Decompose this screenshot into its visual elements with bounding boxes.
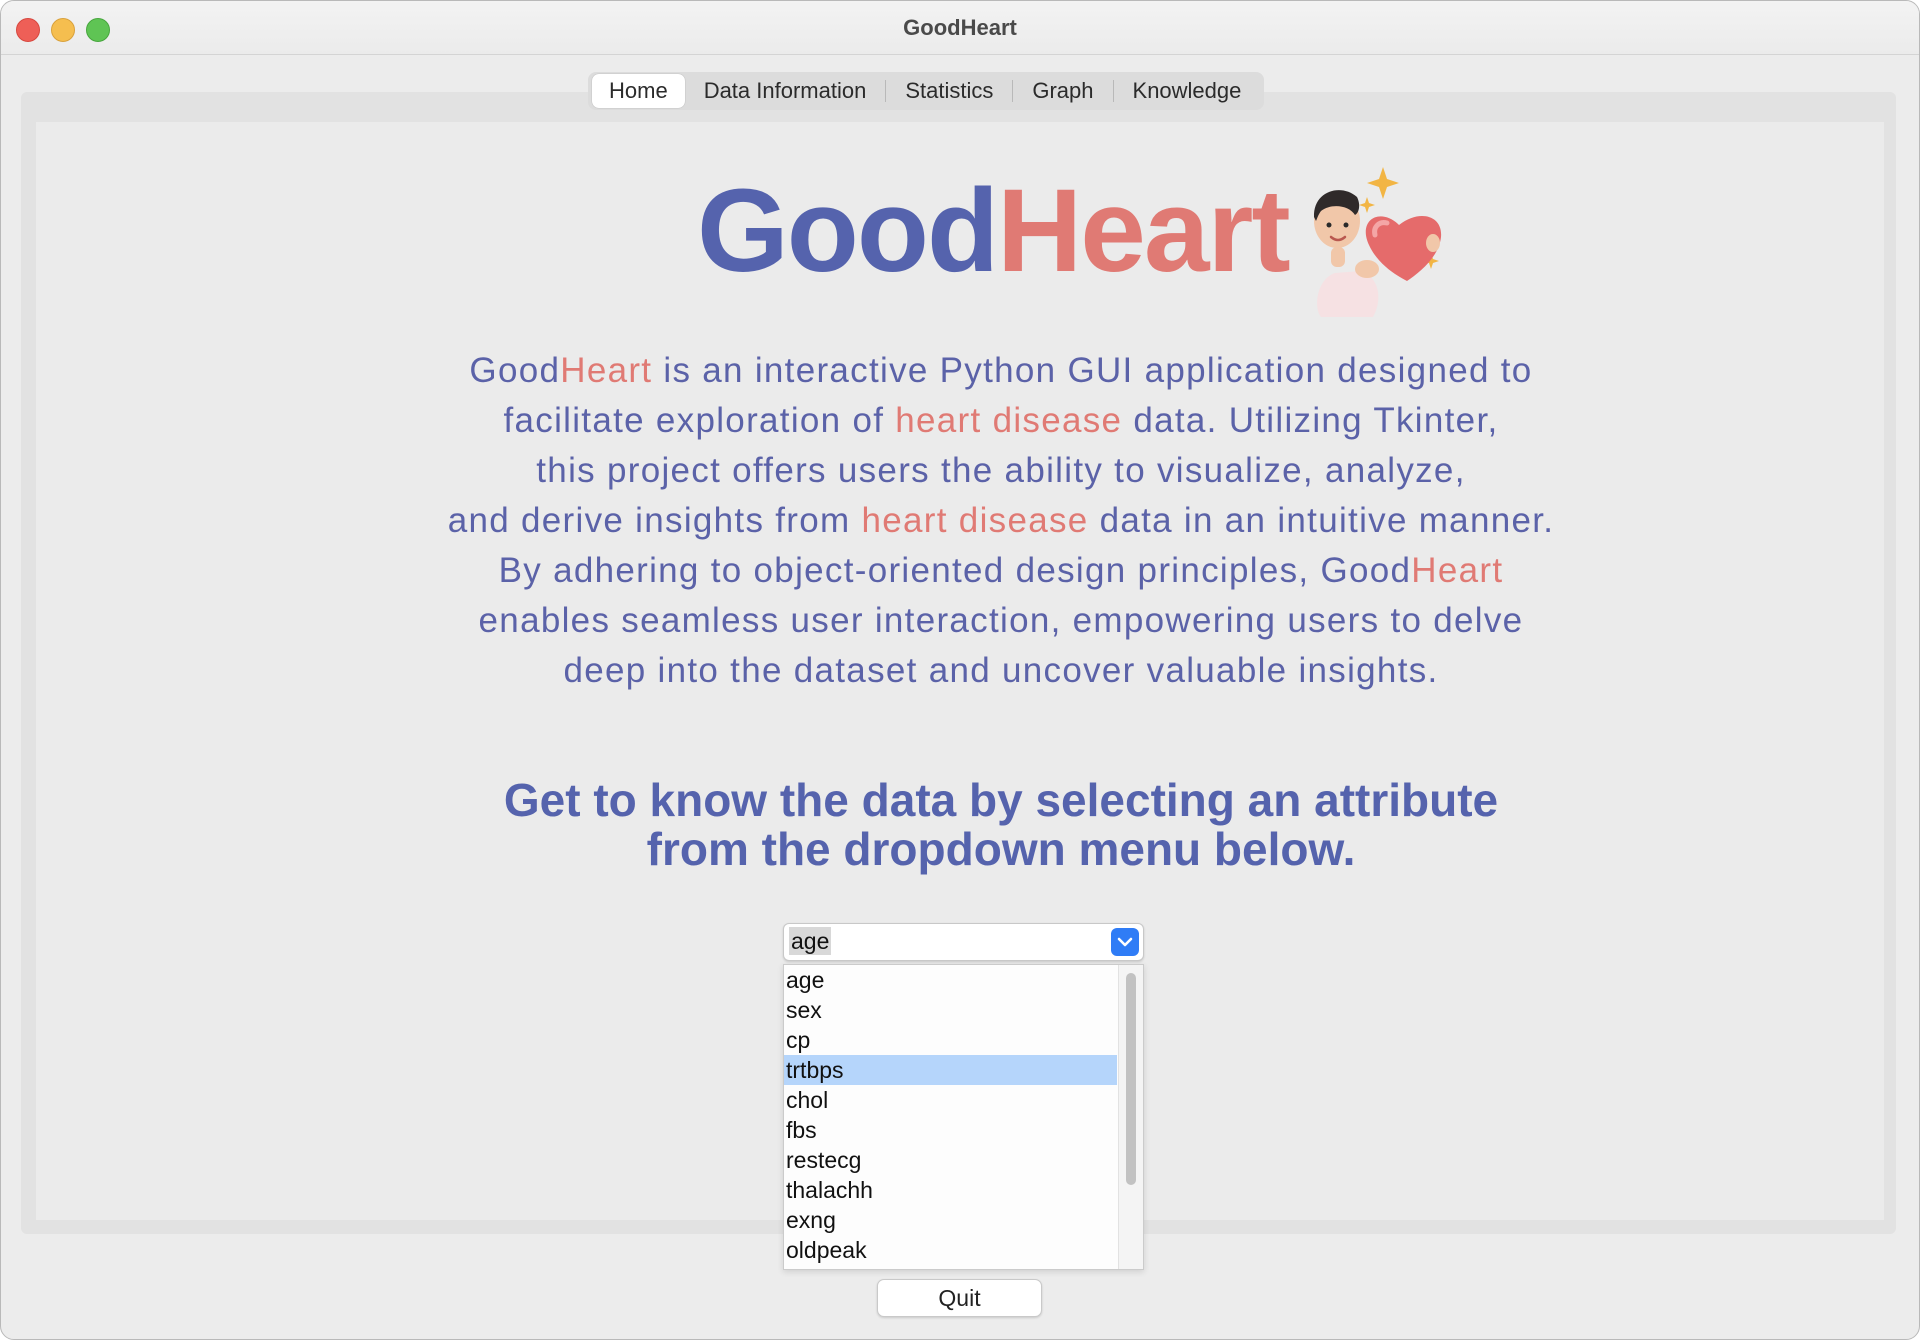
list-item-chol[interactable]: chol xyxy=(784,1085,1117,1115)
chevron-down-icon[interactable] xyxy=(1111,928,1139,956)
list-item-oldpeak[interactable]: oldpeak xyxy=(784,1235,1117,1265)
description-text: deep into the dataset and uncover valuab… xyxy=(563,651,1439,690)
list-item-restecg[interactable]: restecg xyxy=(784,1145,1117,1175)
scrollbar-thumb[interactable] xyxy=(1126,973,1136,1185)
description-highlight: heart disease xyxy=(861,501,1089,540)
description-highlight: heart disease xyxy=(895,401,1123,440)
description-text: enables seamless user interaction, empow… xyxy=(478,601,1524,640)
logo-text-heart: Heart xyxy=(997,165,1291,297)
prompt-line: Get to know the data by selecting an att… xyxy=(503,774,1499,826)
description-text: data. Utilizing Tkinter, xyxy=(1122,401,1499,440)
app-logo: GoodHeart xyxy=(697,161,1291,301)
description-text: this project offers users the ability to… xyxy=(536,451,1466,490)
tab-data-information[interactable]: Data Information xyxy=(685,74,886,108)
description-line: enables seamless user interaction, empow… xyxy=(301,596,1701,646)
description-highlight: Heart xyxy=(1411,551,1504,590)
description-line: facilitate exploration of heart disease … xyxy=(301,396,1701,446)
list-item-sex[interactable]: sex xyxy=(784,995,1117,1025)
title-bar: GoodHeart xyxy=(1,1,1919,55)
description-text: is an interactive Python GUI application… xyxy=(652,351,1533,390)
list-item-cp[interactable]: cp xyxy=(784,1025,1117,1055)
description-text: facilitate exploration of xyxy=(503,401,896,440)
attribute-combobox[interactable]: age xyxy=(783,923,1144,961)
list-item-age[interactable]: age xyxy=(784,965,1117,995)
list-item-thalachh[interactable]: thalachh xyxy=(784,1175,1117,1205)
description-line: GoodHeart is an interactive Python GUI a… xyxy=(301,346,1701,396)
list-item-fbs[interactable]: fbs xyxy=(784,1115,1117,1145)
heart-hugging-person-icon xyxy=(1313,167,1442,317)
quit-button[interactable]: Quit xyxy=(877,1279,1042,1317)
description-text: data in an intuitive manner. xyxy=(1088,501,1555,540)
selection-prompt: Get to know the data by selecting an att… xyxy=(301,776,1701,874)
description-highlight: Heart xyxy=(560,351,653,390)
logo-text-good: Good xyxy=(697,165,999,297)
prompt-line: from the dropdown menu below. xyxy=(646,823,1356,875)
app-window: GoodHeart Home Data Information Statisti… xyxy=(0,0,1920,1340)
tab-knowledge[interactable]: Knowledge xyxy=(1114,74,1261,108)
tab-home[interactable]: Home xyxy=(592,74,685,108)
tab-bar: Home Data Information Statistics Graph K… xyxy=(588,72,1265,110)
dropdown-scrollbar[interactable] xyxy=(1118,965,1143,1269)
window-title: GoodHeart xyxy=(903,15,1017,40)
description-text: and derive insights from xyxy=(447,501,862,540)
description-text: By adhering to object-oriented design pr… xyxy=(498,551,1412,590)
description-text: Good xyxy=(469,351,561,390)
list-item-exng[interactable]: exng xyxy=(784,1205,1117,1235)
tab-statistics[interactable]: Statistics xyxy=(886,74,1012,108)
tab-graph[interactable]: Graph xyxy=(1013,74,1112,108)
description-line: this project offers users the ability to… xyxy=(301,446,1701,496)
attribute-dropdown-list[interactable]: age sex cp trtbps chol fbs restecg thala… xyxy=(783,964,1144,1270)
description-line: and derive insights from heart disease d… xyxy=(301,496,1701,546)
list-item-trtbps[interactable]: trtbps xyxy=(784,1055,1117,1085)
combobox-value[interactable]: age xyxy=(789,927,832,955)
app-description: GoodHeart is an interactive Python GUI a… xyxy=(301,346,1701,696)
description-line: deep into the dataset and uncover valuab… xyxy=(301,646,1701,696)
description-line: By adhering to object-oriented design pr… xyxy=(301,546,1701,596)
